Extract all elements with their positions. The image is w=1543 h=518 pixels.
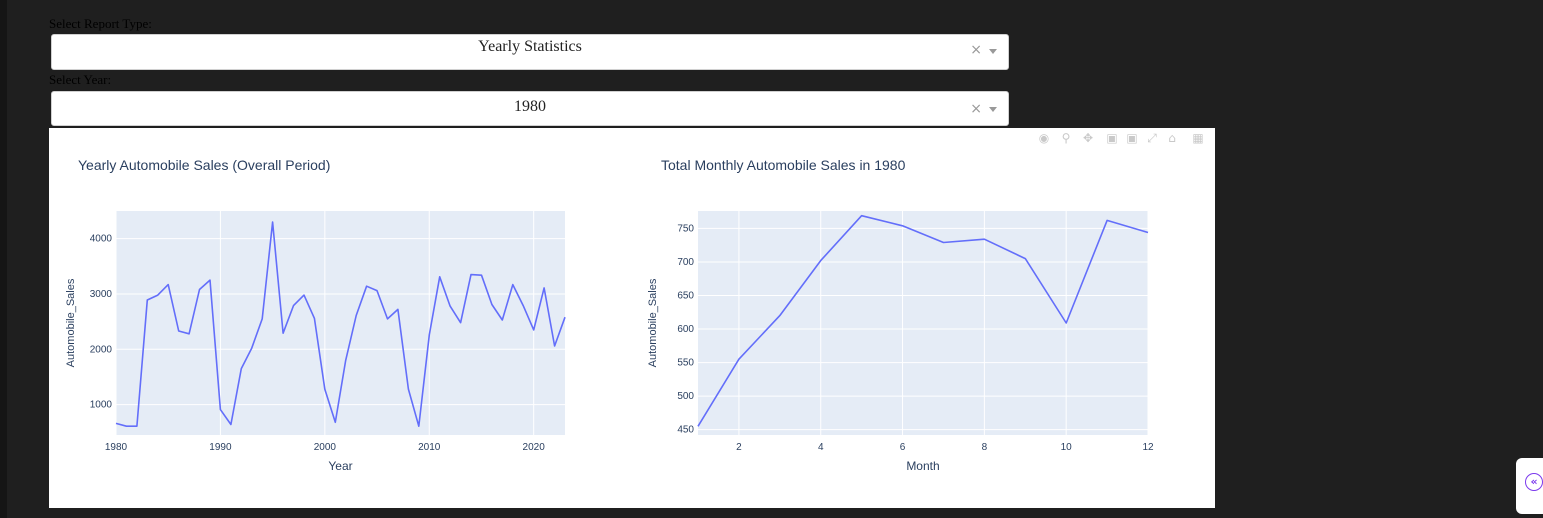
y-tick-label: 4000 [90,234,113,245]
year-label: Select Year: [49,72,112,87]
plot-area [116,211,565,435]
graph-container: 1980 1990 2000 2010 2020 1000 2000 3000 4000 Year… [49,128,1215,508]
chart-title: Yearly Automobile Sales (Overall Period) [78,157,330,173]
chart-1: 1980 1990 2000 2010 2020 1000 2000 3000 4000 Year… [65,157,566,473]
chart-title: Total Monthly Automobile Sales in 1980 [661,157,906,173]
x-tick-label: 1980 [105,442,128,453]
plotly-logo-icon[interactable]: ▦ [1191,131,1205,145]
x-tick-label: 2000 [314,442,337,453]
chevron-down-icon[interactable] [989,107,997,112]
y-tick-label: 1000 [90,400,113,411]
x-tick-label: 2 [736,442,742,453]
clear-icon[interactable]: × [970,101,982,117]
camera-icon[interactable]: ◉ [1037,131,1051,145]
y-tick-label: 500 [677,391,694,402]
year-value: 1980 [514,98,546,115]
x-axis-label: Month [906,459,939,473]
y-axis-label: Automobile_Sales [647,278,659,367]
chart-2: 2 4 6 8 10 12 450 500 550 600 650 700 750 Total Month… [647,157,1154,473]
report-type-dropdown[interactable]: Yearly Statistics × [51,34,1009,70]
x-tick-label: 2020 [523,442,546,453]
y-tick-label: 750 [677,223,694,234]
x-tick-label: 6 [900,442,906,453]
x-tick-label: 12 [1142,442,1154,453]
left-strip [0,0,7,518]
x-axis-label: Year [328,459,352,473]
x-tick-label: 10 [1061,442,1073,453]
plot-area [698,211,1148,435]
year-dropdown[interactable]: 1980 × [51,91,1009,126]
collapse-icon[interactable]: « [1525,473,1543,491]
zoom-out-icon[interactable]: ▣ [1125,131,1139,145]
y-tick-label: 450 [677,425,694,436]
y-tick-label: 550 [677,358,694,369]
y-tick-label: 650 [677,291,694,302]
charts-svg: 1980 1990 2000 2010 2020 1000 2000 3000 4000 Year… [65,157,1154,473]
x-tick-label: 4 [818,442,824,453]
x-tick-label: 8 [982,442,988,453]
x-tick-label: 1990 [209,442,232,453]
clear-icon[interactable]: × [970,42,982,58]
y-tick-label: 700 [677,257,694,268]
y-axis-label: Automobile_Sales [65,278,77,367]
y-tick-label: 600 [677,324,694,335]
autoscale-icon[interactable]: ⤢ [1145,131,1159,145]
pan-icon[interactable]: ✥ [1081,131,1095,145]
report-type-label: Select Report Type: [49,16,152,31]
y-tick-label: 3000 [90,289,113,300]
zoom-in-icon[interactable]: ▣ [1105,131,1119,145]
x-tick-label: 2010 [418,442,441,453]
chevron-down-icon[interactable] [989,49,997,54]
reset-axes-icon[interactable]: ⌂ [1165,131,1179,145]
side-panel-toggle[interactable]: « [1516,458,1543,514]
zoom-icon[interactable]: ⚲ [1059,131,1073,145]
y-tick-label: 2000 [90,344,113,355]
report-type-value: Yearly Statistics [478,38,582,55]
